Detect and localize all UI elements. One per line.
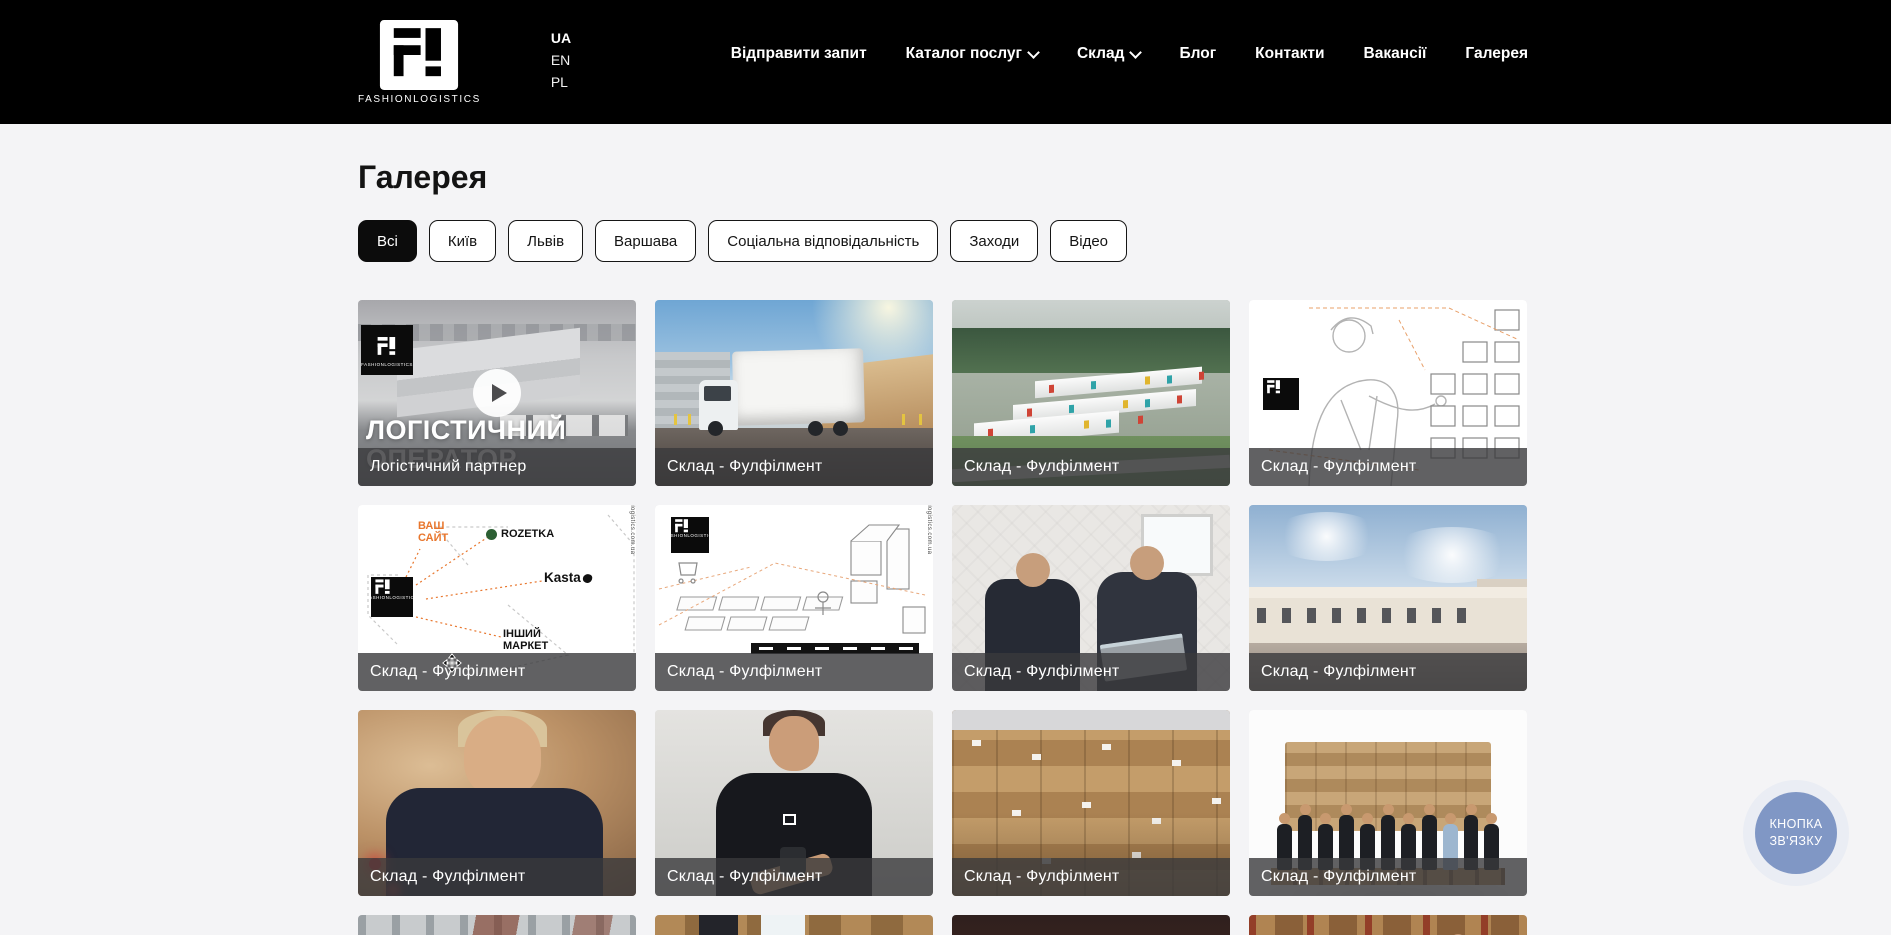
gallery-card[interactable]: Склад - Фулфілмент [1249,505,1527,691]
diagram-your-site-label: ВАШСАЙТ [418,521,448,544]
site-url-vertical: www.fashionlogistics.com.ua [629,505,635,554]
gallery-caption: Склад - Фулфілмент [1249,448,1527,486]
rozetka-icon [486,529,497,540]
gallery-image [1249,915,1527,935]
gallery-caption: Склад - Фулфілмент [358,858,636,896]
nav-contacts[interactable]: Контакти [1255,45,1324,63]
gallery-card[interactable]: ВАШСАЙТ ROZETKA Kasta ІНШИЙМАРКЕТ FASHIO… [358,505,636,691]
gallery-caption: Склад - Фулфілмент [358,653,636,691]
nav-send-request[interactable]: Відправити запит [731,45,867,63]
gallery-card-partial[interactable] [952,915,1230,935]
gallery-card[interactable]: FASHIONLOGISTICS www.fashionlogistics.co… [655,505,933,691]
diagram-other-market-label: ІНШИЙМАРКЕТ [503,629,548,652]
lang-en[interactable]: EN [551,52,571,69]
gallery-grid: FASHIONLOGISTICS ЛОГІСТИЧНИЙ ОПЕРАТОР Ло… [358,300,1528,935]
gallery-image [655,915,933,935]
chevron-down-icon [1130,46,1143,59]
nav-blog[interactable]: Блог [1179,45,1216,63]
play-button-icon[interactable] [473,369,521,417]
gallery-caption: Склад - Фулфілмент [655,448,933,486]
gallery-card[interactable]: Склад - Фулфілмент [358,710,636,896]
main-content: Галерея Всі Київ Львів Варшава Соціальна… [358,158,1528,935]
gallery-card-partial[interactable] [1249,915,1527,935]
page-title: Галерея [358,158,1528,196]
nav-vacancies[interactable]: Вакансії [1364,45,1427,63]
gallery-caption: Склад - Фулфілмент [1249,653,1527,691]
contact-widget-button[interactable]: КНОПКА ЗВ'ЯЗКУ [1743,780,1849,886]
gallery-image [358,915,636,935]
gallery-card-partial[interactable] [358,915,636,935]
nav-warehouse[interactable]: Склад [1077,45,1140,63]
fl-logo-overlay: FASHIONLOGISTICS [671,517,709,553]
language-switcher: UA EN PL [551,30,571,91]
contact-button-line2: ЗВ'ЯЗКУ [1769,833,1822,850]
gallery-card[interactable]: Склад - Фулфілмент [952,300,1230,486]
gallery-caption: Склад - Фулфілмент [655,653,933,691]
gallery-card[interactable]: Склад - Фулфілмент [1249,300,1527,486]
filter-kyiv[interactable]: Київ [429,220,496,262]
gallery-image [952,915,1230,935]
fashionlogistics-logo-icon [373,20,465,90]
gallery-card-partial[interactable] [655,915,933,935]
filter-social-responsibility[interactable]: Соціальна відповідальність [708,220,938,262]
gallery-card-video[interactable]: FASHIONLOGISTICS ЛОГІСТИЧНИЙ ОПЕРАТОР Ло… [358,300,636,486]
chevron-down-icon [1027,46,1040,59]
filter-lviv[interactable]: Львів [508,220,583,262]
fl-logo-overlay [783,814,796,825]
gallery-caption: Склад - Фулфілмент [1249,858,1527,896]
gallery-caption: Склад - Фулфілмент [952,858,1230,896]
gallery-card[interactable]: Склад - Фулфілмент [655,300,933,486]
filter-events[interactable]: Заходи [950,220,1038,262]
gallery-page: FASHIONLOGISTICS UA EN PL Відправити зап… [0,0,1891,935]
fl-logo-overlay [1263,378,1299,410]
diagram-kasta-label: Kasta [544,571,592,585]
fl-logo-overlay: FASHIONLOGISTICS [371,577,413,617]
gallery-card[interactable]: Склад - Фулфілмент [952,710,1230,896]
filter-video[interactable]: Відео [1050,220,1127,262]
gallery-card[interactable]: Склад - Фулфілмент [655,710,933,896]
nav-services-catalog[interactable]: Каталог послуг [906,45,1038,63]
site-logo[interactable]: FASHIONLOGISTICS [358,20,481,105]
gallery-card[interactable]: Склад - Фулфілмент [1249,710,1527,896]
move-cursor-icon [442,653,462,673]
kasta-icon [582,572,594,584]
gallery-caption: Логістичний партнер [358,448,636,486]
site-url-vertical: www.fashionlogistics.com.ua [926,505,932,554]
filter-all[interactable]: Всі [358,220,417,262]
gallery-caption: Склад - Фулфілмент [952,448,1230,486]
lang-pl[interactable]: PL [551,74,571,91]
main-nav: Відправити запит Каталог послуг Склад Бл… [731,45,1528,63]
lang-ua[interactable]: UA [551,30,571,47]
fl-logo-overlay: FASHIONLOGISTICS [361,325,413,375]
gallery-caption: Склад - Фулфілмент [952,653,1230,691]
logo-wordmark: FASHIONLOGISTICS [358,94,481,105]
nav-gallery[interactable]: Галерея [1465,45,1528,63]
contact-button-line1: КНОПКА [1769,816,1822,833]
gallery-filters: Всі Київ Львів Варшава Соціальна відпові… [358,220,1528,262]
diagram-rozetka-label: ROZETKA [486,529,554,541]
site-header: FASHIONLOGISTICS UA EN PL Відправити зап… [0,0,1891,124]
gallery-caption: Склад - Фулфілмент [655,858,933,896]
filter-warsaw[interactable]: Варшава [595,220,696,262]
gallery-card[interactable]: Склад - Фулфілмент [952,505,1230,691]
